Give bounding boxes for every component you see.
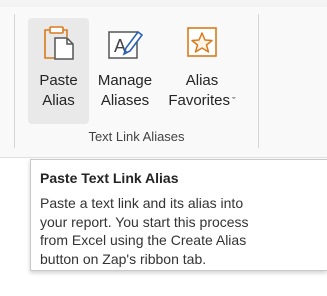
- manage-aliases-button[interactable]: A Manage Aliases: [93, 18, 157, 124]
- tooltip: Paste Text Link Alias Paste a text link …: [30, 159, 327, 271]
- alias-favorites-label-line2: Favorites: [168, 92, 230, 109]
- tooltip-body-line: from Excel using the Create Alias: [40, 232, 247, 248]
- alias-favorites-label-line1: Alias: [185, 72, 219, 89]
- ribbon-tab-strip: [0, 0, 327, 7]
- ribbon-bottom-border: [0, 157, 327, 158]
- alias-favorites-icon: [187, 27, 217, 57]
- alias-favorites-button[interactable]: Alias Favorites ˇ: [162, 18, 242, 124]
- tooltip-body-line: your report. You start this process: [40, 213, 249, 230]
- ribbon-group-label: Text Link Aliases: [88, 129, 185, 144]
- group-separator-left: [14, 14, 15, 148]
- manage-aliases-label-line1: Manage: [97, 72, 153, 89]
- paste-alias-label-line1: Paste: [39, 72, 78, 89]
- manage-aliases-icon: A: [108, 30, 143, 59]
- tooltip-title: Paste Text Link Alias: [40, 170, 179, 186]
- group-separator-right: [258, 14, 259, 148]
- paste-alias-label-line2: Alias: [42, 92, 75, 109]
- chevron-down-icon[interactable]: ˇ: [232, 96, 236, 108]
- tooltip-body: Paste a text link and its alias into you…: [40, 194, 320, 268]
- manage-aliases-label-line2: Aliases: [100, 92, 150, 109]
- paste-alias-button[interactable]: Paste Alias: [28, 18, 89, 124]
- paste-alias-icon: [43, 26, 74, 60]
- tooltip-body-line: Paste a text link and its alias into: [40, 195, 244, 211]
- tooltip-body-line: button on Zap's ribbon tab.: [40, 250, 207, 267]
